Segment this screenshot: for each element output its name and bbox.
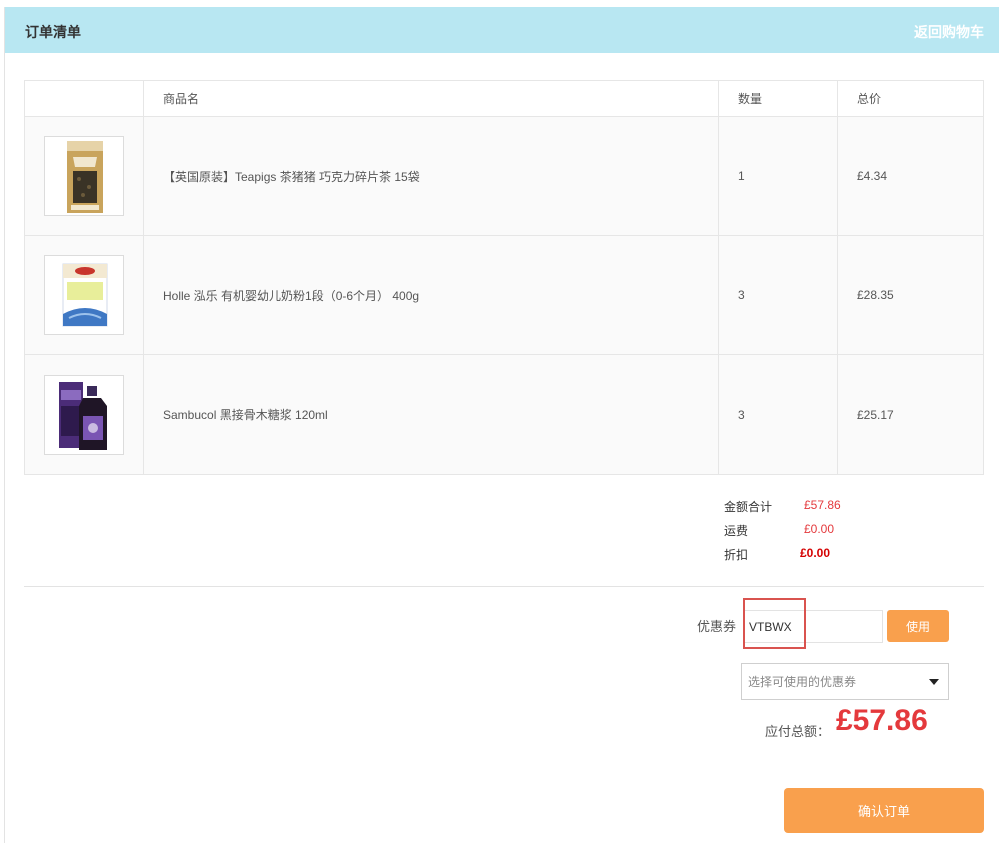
coupon-label: 优惠券	[697, 619, 737, 634]
discount-row: 折扣 £0.00	[724, 546, 884, 570]
back-to-cart-link[interactable]: 返回购物车	[914, 22, 984, 42]
section-divider	[24, 586, 984, 587]
use-coupon-button[interactable]: 使用	[887, 610, 949, 642]
shipping-value: £0.00	[804, 522, 835, 536]
product-name[interactable]: Holle 泓乐 有机婴幼儿奶粉1段（0-6个月） 400g	[144, 236, 719, 354]
coupon-select-placeholder: 选择可使用的优惠券	[748, 675, 857, 689]
amount-due-label: 应付总额：	[765, 724, 831, 739]
subtotal-row: 金额合计 £57.86	[724, 498, 884, 522]
product-qty: 1	[719, 117, 838, 235]
amount-due-value: £57.86	[836, 704, 928, 737]
order-summary: 金额合计 £57.86 运费 £0.00 折扣 £0.00	[724, 498, 884, 570]
discount-label: 折扣	[724, 548, 749, 562]
header-bar: 订单清单 返回购物车	[5, 7, 999, 53]
page-title: 订单清单	[25, 24, 81, 40]
column-header-name: 商品名	[144, 81, 719, 116]
subtotal-value: £57.86	[804, 498, 841, 512]
formula-box-image[interactable]	[44, 255, 124, 335]
product-name[interactable]: Sambucol 黑接骨木糖浆 120ml	[144, 355, 719, 474]
order-table: 商品名 数量 总价 【英国原装】Teapigs 茶猪猪 巧克力碎片茶 15袋 1…	[24, 80, 984, 475]
table-row: 【英国原装】Teapigs 茶猪猪 巧克力碎片茶 15袋 1 £4.34	[25, 117, 983, 236]
product-name[interactable]: 【英国原装】Teapigs 茶猪猪 巧克力碎片茶 15袋	[144, 117, 719, 235]
product-total: £28.35	[857, 288, 894, 302]
shipping-label: 运费	[724, 524, 749, 538]
tea-box-image[interactable]	[44, 136, 124, 216]
coupon-code-input[interactable]	[743, 610, 883, 643]
coupon-select[interactable]: 选择可使用的优惠券	[741, 663, 949, 700]
confirm-order-button[interactable]: 确认订单	[784, 788, 984, 833]
table-header-row: 商品名 数量 总价	[25, 81, 983, 117]
shipping-row: 运费 £0.00	[724, 522, 884, 546]
product-total: £25.17	[857, 407, 894, 422]
product-qty: 3	[719, 236, 838, 354]
column-header-qty: 数量	[719, 81, 838, 116]
product-qty: 3	[719, 355, 838, 474]
subtotal-label: 金额合计	[724, 500, 773, 514]
product-image-cell	[25, 355, 144, 474]
product-total: £4.34	[857, 169, 888, 183]
syrup-bottle-image[interactable]	[44, 374, 124, 455]
caret-down-icon	[929, 679, 939, 685]
column-header-total: 总价	[857, 92, 882, 106]
product-image-cell	[25, 236, 144, 354]
product-image-cell	[25, 117, 144, 235]
discount-value: £0.00	[800, 546, 831, 560]
column-header-image	[25, 81, 144, 116]
table-row: Holle 泓乐 有机婴幼儿奶粉1段（0-6个月） 400g 3 £28.35	[25, 236, 983, 355]
table-row: Sambucol 黑接骨木糖浆 120ml 3 £25.17	[25, 355, 983, 474]
